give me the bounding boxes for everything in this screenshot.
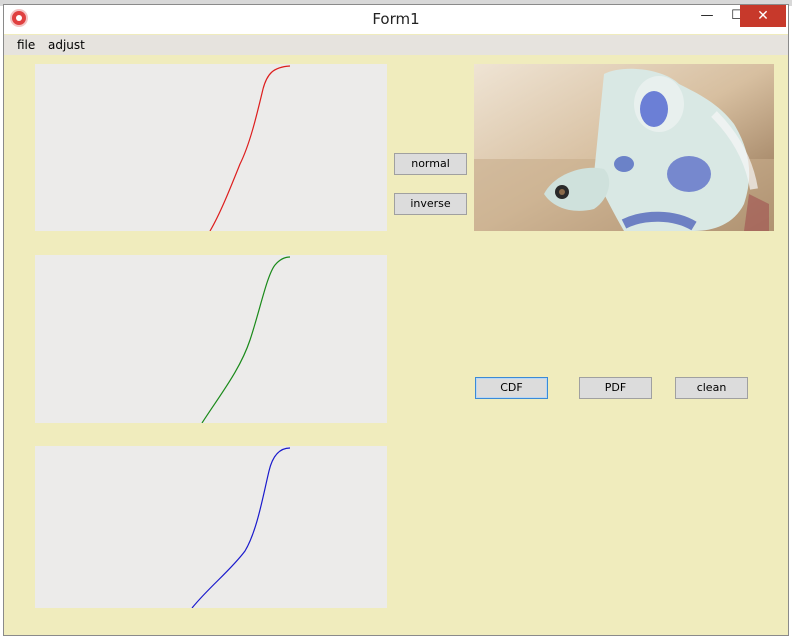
inverted-robot-image <box>474 64 774 231</box>
red-cdf-curve <box>209 65 291 231</box>
blue-curve-panel <box>35 446 387 608</box>
window-title: Form1 <box>372 10 420 28</box>
pdf-button[interactable]: PDF <box>579 377 652 399</box>
form1-window: Form1 — ☐ ✕ file adjust normal inverse C… <box>3 4 789 636</box>
normal-button[interactable]: normal <box>394 153 467 175</box>
minimize-button[interactable]: — <box>692 5 722 27</box>
menu-file[interactable]: file <box>17 38 35 52</box>
green-cdf-curve <box>201 256 291 423</box>
clean-button[interactable]: clean <box>675 377 748 399</box>
green-curve-panel <box>35 255 387 423</box>
menu-adjust[interactable]: adjust <box>48 38 85 52</box>
close-button[interactable]: ✕ <box>740 5 786 27</box>
menu-bar: file adjust <box>4 35 788 55</box>
image-preview <box>474 64 774 231</box>
cdf-button[interactable]: CDF <box>475 377 548 399</box>
title-bar: Form1 — ☐ ✕ <box>4 5 788 34</box>
inverse-button[interactable]: inverse <box>394 193 467 215</box>
red-curve-panel <box>35 64 387 231</box>
blue-cdf-curve <box>191 447 291 608</box>
